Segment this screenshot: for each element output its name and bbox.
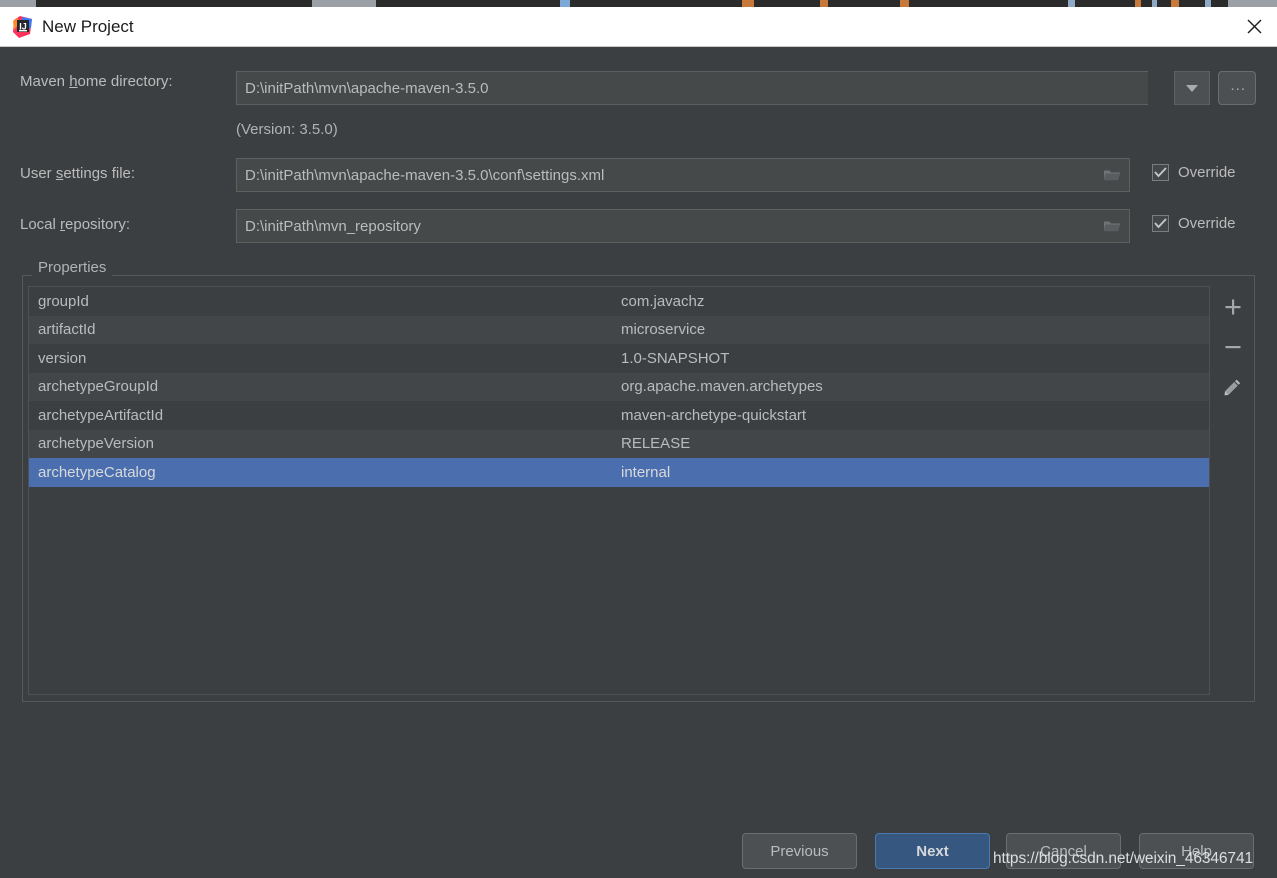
- user-settings-label-suffix: ettings file:: [63, 165, 136, 182]
- local-repository-label: Local repository:: [20, 216, 130, 234]
- maven-home-input[interactable]: D:\initPath\mvn\apache-maven-3.5.0: [236, 71, 1148, 105]
- property-value: microservice: [621, 321, 706, 339]
- close-icon[interactable]: [1231, 7, 1277, 46]
- dialog-titlebar: IJ New Project: [0, 7, 1277, 47]
- pencil-icon: [1224, 379, 1241, 396]
- property-value: com.javachz: [621, 292, 705, 310]
- next-button[interactable]: Next: [875, 833, 990, 869]
- properties-table[interactable]: groupId com.javachz artifactId microservice…: [28, 286, 1210, 695]
- properties-toolbar: [1212, 286, 1254, 406]
- table-row[interactable]: version 1.0-SNAPSHOT: [29, 344, 1209, 373]
- maven-home-label-prefix: Maven: [20, 73, 70, 90]
- desktop-background-strip: [0, 0, 1277, 7]
- maven-home-dropdown-button[interactable]: [1174, 71, 1210, 105]
- properties-group-label: Properties: [32, 259, 113, 277]
- property-key: version: [38, 349, 87, 367]
- add-property-button[interactable]: [1219, 293, 1247, 321]
- property-key: groupId: [38, 292, 89, 310]
- maven-version-note: (Version: 3.5.0): [236, 121, 338, 138]
- user-settings-label-prefix: User: [20, 165, 56, 182]
- table-row[interactable]: archetypeVersion RELEASE: [29, 429, 1209, 458]
- property-key: archetypeArtifactId: [38, 406, 164, 424]
- table-row[interactable]: archetypeArtifactId maven-archetype-quick…: [29, 401, 1209, 430]
- local-repository-label-suffix: epository:: [65, 216, 131, 233]
- edit-property-button[interactable]: [1219, 373, 1247, 401]
- maven-home-label-suffix: ome directory:: [77, 73, 173, 90]
- folder-icon[interactable]: [1103, 219, 1121, 234]
- help-button-label: Help: [1181, 842, 1212, 860]
- property-value: maven-archetype-quickstart: [621, 406, 807, 424]
- checkbox-checked-icon[interactable]: [1152, 215, 1169, 232]
- cancel-button[interactable]: Cancel: [1006, 833, 1121, 869]
- local-repository-override-checkbox[interactable]: Override: [1152, 215, 1236, 232]
- previous-button-label: Previous: [770, 842, 829, 860]
- maven-home-label-mnemonic: h: [69, 73, 78, 90]
- property-key: archetypeVersion: [38, 435, 154, 453]
- user-settings-value: D:\initPath\mvn\apache-maven-3.5.0\conf\…: [245, 166, 605, 184]
- table-row[interactable]: groupId com.javachz: [29, 287, 1209, 316]
- table-row[interactable]: archetypeCatalog internal: [29, 458, 1209, 487]
- user-settings-override-label: Override: [1178, 164, 1236, 181]
- next-button-label: Next: [916, 842, 949, 860]
- maven-home-browse-button[interactable]: ...: [1218, 71, 1256, 105]
- property-key: artifactId: [38, 321, 96, 339]
- table-row[interactable]: archetypeGroupId org.apache.maven.archety…: [29, 372, 1209, 401]
- chevron-down-icon: [1186, 84, 1198, 92]
- property-key: archetypeGroupId: [38, 378, 159, 396]
- maven-home-label: Maven home directory:: [20, 73, 173, 91]
- plus-icon: [1225, 299, 1241, 315]
- maven-home-value: D:\initPath\mvn\apache-maven-3.5.0: [245, 79, 489, 97]
- property-value: internal: [621, 463, 671, 481]
- checkbox-checked-icon[interactable]: [1152, 164, 1169, 181]
- property-value: org.apache.maven.archetypes: [621, 378, 823, 396]
- remove-property-button[interactable]: [1219, 333, 1247, 361]
- new-project-dialog: IJ New Project Maven home directory: D:\…: [0, 7, 1277, 878]
- browse-button-label: ...: [1230, 76, 1246, 94]
- minus-icon: [1225, 346, 1241, 349]
- cancel-button-label: Cancel: [1040, 842, 1087, 860]
- folder-icon[interactable]: [1103, 168, 1121, 183]
- user-settings-override-checkbox[interactable]: Override: [1152, 164, 1236, 181]
- user-settings-label: User settings file:: [20, 165, 135, 183]
- property-value: RELEASE: [621, 435, 691, 453]
- help-button[interactable]: Help: [1139, 833, 1254, 869]
- dialog-title: New Project: [42, 17, 134, 36]
- local-repository-input[interactable]: D:\initPath\mvn_repository: [236, 209, 1130, 243]
- local-repository-label-prefix: Local: [20, 216, 61, 233]
- local-repository-value: D:\initPath\mvn_repository: [245, 217, 421, 235]
- local-repository-override-label: Override: [1178, 215, 1236, 232]
- intellij-idea-logo-icon: IJ: [12, 16, 34, 38]
- previous-button[interactable]: Previous: [742, 833, 857, 869]
- table-row[interactable]: artifactId microservice: [29, 315, 1209, 344]
- property-key: archetypeCatalog: [38, 463, 156, 481]
- property-value: 1.0-SNAPSHOT: [621, 349, 730, 367]
- user-settings-input[interactable]: D:\initPath\mvn\apache-maven-3.5.0\conf\…: [236, 158, 1130, 192]
